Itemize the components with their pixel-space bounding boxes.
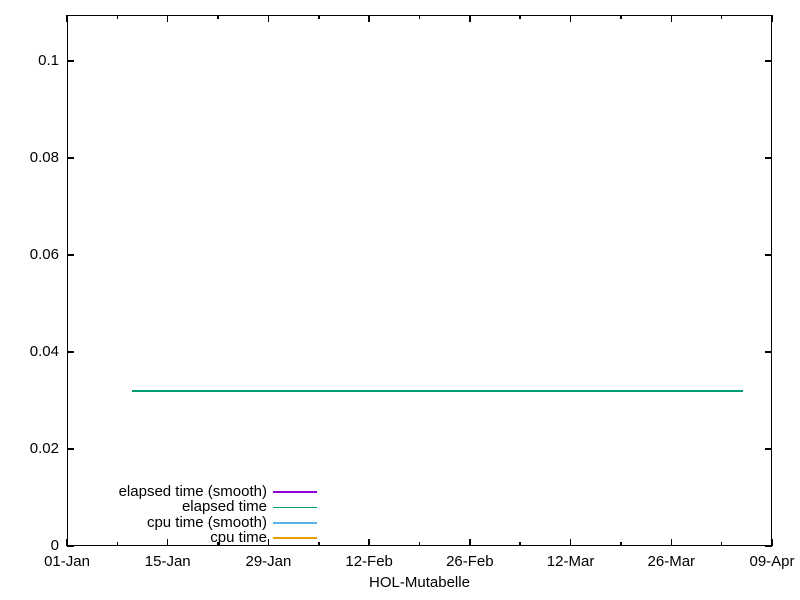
x-tick-label: 12-Feb	[334, 554, 404, 570]
y-tick-major-mirror	[765, 157, 772, 159]
x-tick-major-mirror	[167, 15, 169, 22]
x-tick-major	[771, 539, 773, 546]
x-tick-minor	[419, 542, 421, 546]
legend-sample-line	[273, 491, 317, 493]
x-tick-major-mirror	[268, 15, 270, 22]
y-tick-major-mirror	[765, 60, 772, 62]
y-tick-major-mirror	[765, 351, 772, 353]
x-tick-major-mirror	[368, 15, 370, 22]
x-tick-minor-mirror	[419, 15, 421, 19]
y-tick-major-mirror	[765, 254, 772, 256]
x-tick-major-mirror	[771, 15, 773, 22]
x-tick-major	[268, 539, 270, 546]
y-tick-label: 0.06	[8, 247, 59, 263]
legend-sample-line	[273, 522, 317, 524]
x-tick-minor-mirror	[721, 15, 723, 19]
y-tick-label: 0.1	[8, 53, 59, 69]
x-tick-label: 01-Jan	[32, 554, 102, 570]
y-tick-major	[67, 157, 74, 159]
x-tick-label: 26-Feb	[435, 554, 505, 570]
x-tick-minor-mirror	[519, 15, 521, 19]
legend-sample-line	[273, 507, 317, 509]
x-tick-minor	[318, 542, 320, 546]
x-tick-major-mirror	[66, 15, 68, 22]
x-tick-major	[570, 539, 572, 546]
legend-label: cpu time	[47, 530, 267, 546]
y-tick-label: 0.04	[8, 344, 59, 360]
x-tick-label: 12-Mar	[536, 554, 606, 570]
x-tick-major	[469, 539, 471, 546]
x-tick-major	[671, 539, 673, 546]
x-tick-minor	[721, 542, 723, 546]
x-tick-minor-mirror	[318, 15, 320, 19]
x-tick-minor-mirror	[620, 15, 622, 19]
y-tick-major	[67, 351, 74, 353]
x-tick-label: 26-Mar	[636, 554, 706, 570]
y-tick-label: 0.08	[8, 150, 59, 166]
y-tick-major-mirror	[765, 448, 772, 450]
x-tick-major	[368, 539, 370, 546]
x-tick-label: 09-Apr	[737, 554, 800, 570]
y-tick-label: 0.02	[8, 441, 59, 457]
legend-sample-line	[273, 537, 317, 539]
y-tick-major	[67, 448, 74, 450]
legend-label: elapsed time	[47, 499, 267, 515]
y-tick-major	[67, 254, 74, 256]
x-axis-title: HOL-Mutabelle	[369, 575, 470, 591]
x-tick-major-mirror	[671, 15, 673, 22]
x-tick-minor-mirror	[117, 15, 119, 19]
line-chart: HOL-Mutabelle 00.020.040.060.080.101-Jan…	[0, 0, 800, 600]
x-tick-major-mirror	[570, 15, 572, 22]
y-tick-major	[67, 60, 74, 62]
plot-area	[67, 15, 772, 546]
x-tick-minor	[620, 542, 622, 546]
x-tick-major-mirror	[469, 15, 471, 22]
x-tick-minor-mirror	[217, 15, 219, 19]
x-tick-label: 29-Jan	[233, 554, 303, 570]
data-line-elapsed-time	[132, 390, 743, 392]
x-tick-label: 15-Jan	[133, 554, 203, 570]
x-tick-minor	[519, 542, 521, 546]
